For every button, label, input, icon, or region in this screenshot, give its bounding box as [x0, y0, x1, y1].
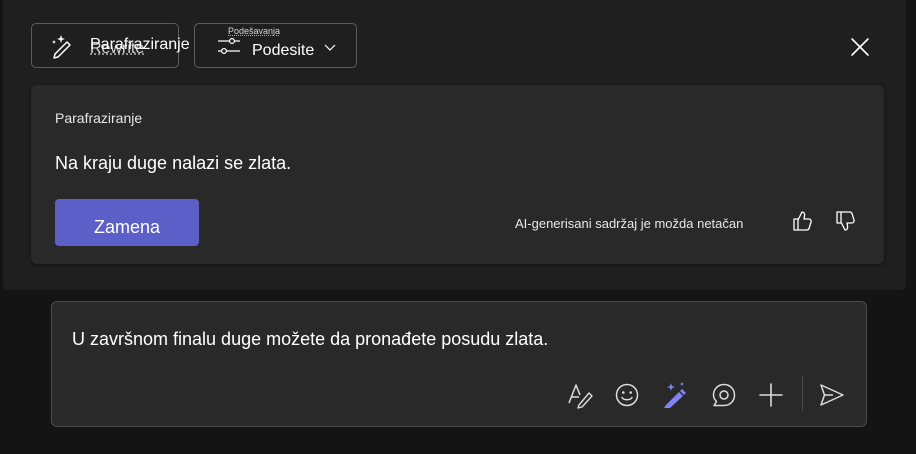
compose-box[interactable]: U završnom finalu duge možete da pronađe… [51, 301, 867, 427]
format-text-icon[interactable] [566, 381, 594, 409]
emoji-icon[interactable] [613, 381, 641, 409]
compose-message[interactable]: U završnom finalu duge možete da pronađe… [72, 329, 548, 350]
chevron-down-icon [324, 44, 336, 51]
send-icon[interactable] [818, 381, 846, 409]
close-icon[interactable] [846, 33, 874, 61]
thumbs-up-icon[interactable] [790, 209, 814, 233]
settings-dropdown[interactable]: Podešavanja Podesite [194, 23, 357, 68]
sliders-icon [218, 37, 240, 55]
ai-disclaimer: AI-generisani sadržaj je možda netačan [515, 216, 744, 231]
rewrite-panel: Rewrite Parafraziranje Podešavanja Podes… [3, 0, 906, 290]
toolbar-divider [802, 375, 803, 411]
rewrite-button[interactable]: Rewrite Parafraziranje [31, 23, 190, 68]
settings-ghost-label: Podešavanja [228, 26, 281, 36]
sparkle-pen-icon [52, 35, 71, 59]
copilot-pen-icon[interactable] [661, 381, 689, 409]
suggestion-card: Parafraziranje Na kraju duge nalazi se z… [31, 85, 884, 264]
thumbs-down-icon[interactable] [833, 209, 857, 233]
suggestion-text: Na kraju duge nalazi se zlata. [55, 153, 292, 173]
suggestion-title: Parafraziranje [55, 110, 143, 126]
settings-label: Podesite [252, 42, 315, 59]
loop-icon[interactable] [710, 381, 738, 409]
plus-icon[interactable] [757, 381, 785, 409]
replace-button[interactable]: Zamena [55, 199, 199, 246]
rewrite-label: Parafraziranje [90, 36, 190, 53]
